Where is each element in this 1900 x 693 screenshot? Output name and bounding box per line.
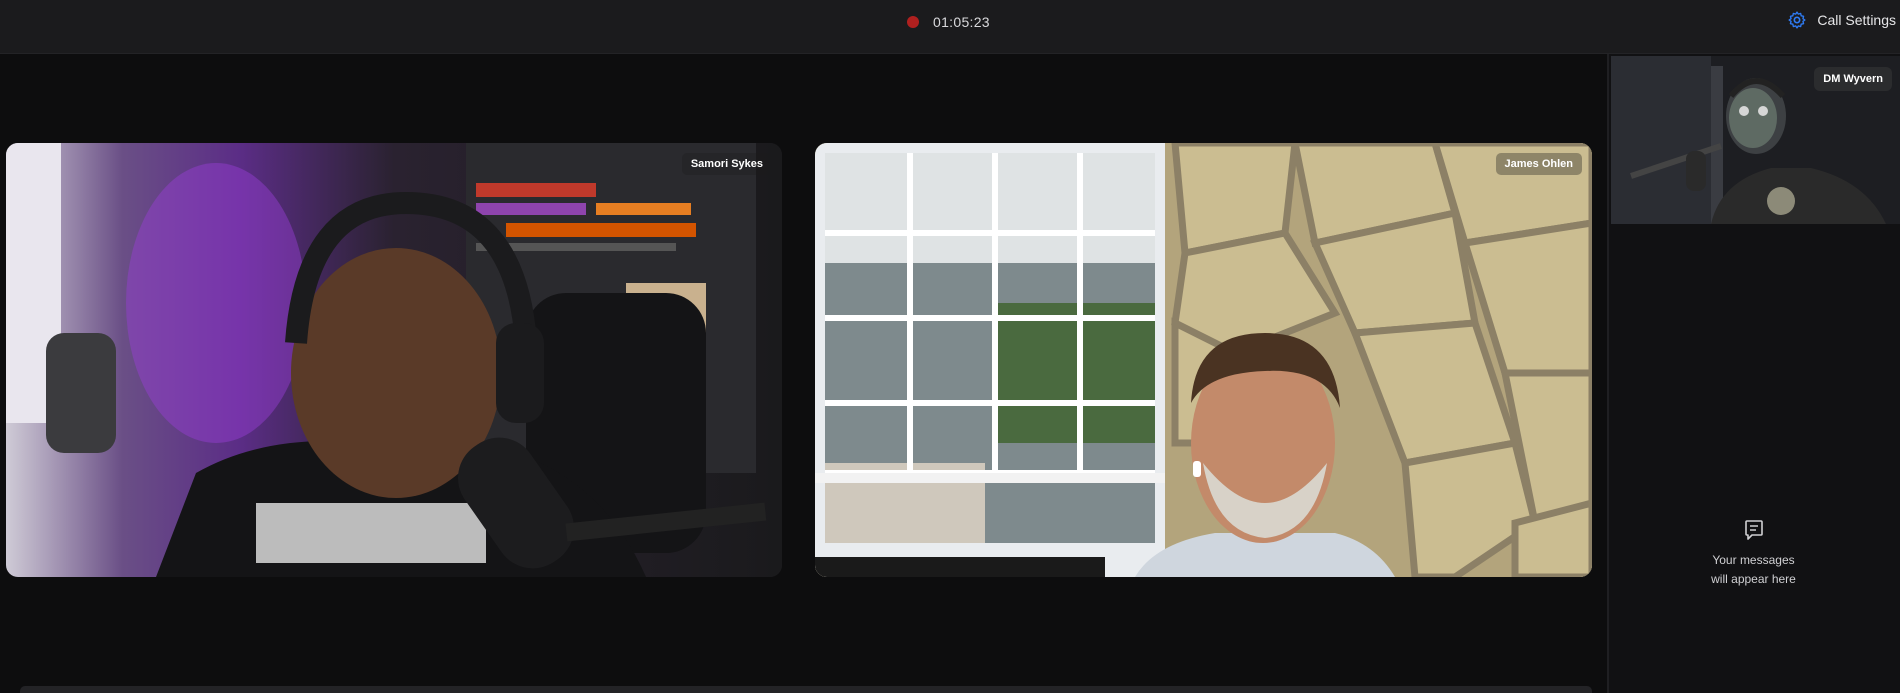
controls-bar-edge xyxy=(20,686,1592,693)
participant-video xyxy=(815,143,1592,577)
sidebar-panel: DM Wyvern Your messages will appear here xyxy=(1607,54,1900,693)
chat-empty-line-2: will appear here xyxy=(1711,572,1796,586)
participant-video-tile[interactable]: James Ohlen xyxy=(815,143,1592,577)
video-stage: Samori Sykes James Ohlen xyxy=(0,54,1607,693)
participant-video xyxy=(6,143,782,577)
chat-empty-state: Your messages will appear here xyxy=(1609,519,1898,589)
participant-video-tile[interactable]: Samori Sykes xyxy=(6,143,782,577)
gear-icon xyxy=(1788,11,1806,29)
call-settings-button[interactable]: Call Settings xyxy=(1787,10,1896,30)
message-icon xyxy=(1744,520,1763,540)
top-bar: 01:05:23 Call Settings xyxy=(0,0,1900,54)
participant-name-tag: Samori Sykes xyxy=(681,153,772,175)
self-name-tag: DM Wyvern xyxy=(1814,67,1892,91)
chat-empty-line-1: Your messages xyxy=(1712,553,1795,567)
record-dot-icon xyxy=(907,16,919,28)
recording-indicator: 01:05:23 xyxy=(907,14,990,30)
self-video-tile[interactable]: DM Wyvern xyxy=(1611,56,1900,224)
participant-name-tag: James Ohlen xyxy=(1495,153,1582,175)
call-settings-label: Call Settings xyxy=(1817,12,1896,28)
recording-timer: 01:05:23 xyxy=(933,14,990,30)
